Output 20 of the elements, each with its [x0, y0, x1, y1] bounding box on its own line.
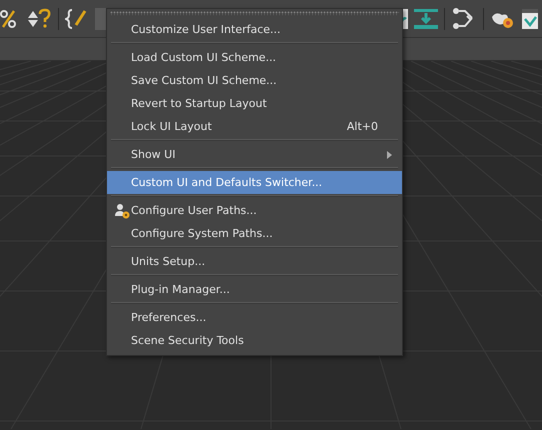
menu-item[interactable]: Lock UI Layout Alt+0 — [107, 115, 402, 138]
menu-item[interactable]: Configure User Paths... — [107, 199, 402, 222]
user-gear-icon — [114, 202, 130, 218]
menu-item[interactable]: Plug-in Manager... — [107, 278, 402, 301]
menu-item[interactable]: Revert to Startup Layout — [107, 92, 402, 115]
submenu-arrow-icon — [387, 150, 392, 158]
menu-item[interactable]: Load Custom UI Scheme... — [107, 46, 402, 69]
spinner-snap-icon[interactable] — [26, 8, 52, 30]
download-icon[interactable] — [414, 6, 438, 30]
menu-item[interactable]: Preferences... — [107, 306, 402, 329]
render-frame-icon[interactable] — [522, 6, 538, 30]
menu-item[interactable]: Save Custom UI Scheme... — [107, 69, 402, 92]
menu-item[interactable]: Show UI — [107, 143, 402, 166]
shortcut-text: Alt+0 — [346, 120, 378, 133]
menu-item[interactable]: Configure System Paths... — [107, 222, 402, 245]
menu-item[interactable]: Scene Security Tools — [107, 329, 402, 352]
menu-item[interactable]: Customize User Interface... — [107, 18, 402, 41]
menu-item[interactable]: Custom UI and Defaults Switcher... — [107, 171, 402, 194]
menu-item[interactable]: Units Setup... — [107, 250, 402, 273]
curly-pencil-icon[interactable] — [65, 8, 89, 30]
